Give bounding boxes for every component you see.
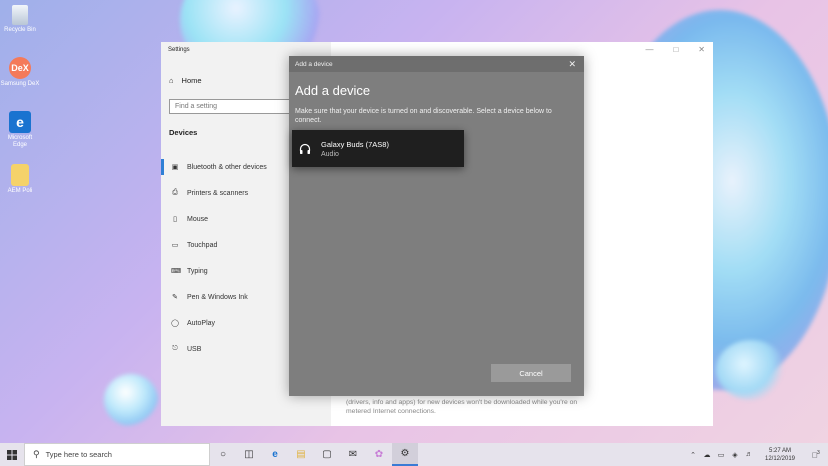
keyboard-icon: ⌨ [171, 268, 182, 275]
wallpaper-bubble [716, 340, 786, 400]
file-explorer-icon[interactable]: ▤ [288, 443, 314, 466]
home-icon: ⌂ [169, 76, 174, 85]
notification-center-icon[interactable]: □3 [804, 450, 828, 460]
close-icon[interactable]: ✕ [698, 45, 705, 54]
taskbar: ⚲ Type here to search ○ ◫ e ▤ ▢ ✉ ✿ ⚙ ⌃ … [0, 443, 828, 466]
windows-logo-icon [7, 449, 17, 460]
desktop-icon-label: AEM Poli [7, 188, 33, 194]
battery-icon[interactable]: ▭ [714, 451, 728, 459]
recycle-bin-icon [12, 5, 28, 25]
edge-icon: e [9, 111, 31, 133]
notification-count: 3 [817, 449, 820, 456]
edge-icon[interactable]: e [262, 443, 288, 466]
nav-home[interactable]: ⌂ Home [169, 76, 202, 85]
nav-home-label: Home [181, 76, 202, 85]
mail-icon[interactable]: ✉ [340, 443, 366, 466]
wallpaper-bubble [104, 374, 158, 426]
device-list-item[interactable]: Galaxy Buds (7AS8) Audio [292, 130, 464, 167]
cancel-button[interactable]: Cancel [491, 364, 571, 382]
desktop-icon-recycle-bin[interactable]: Recycle Bin [0, 5, 40, 34]
section-title: Devices [169, 128, 198, 137]
taskbar-search-input[interactable]: ⚲ Type here to search [24, 443, 210, 466]
bluetooth-devices-icon: ▣ [171, 164, 179, 171]
nav-item-label: Pen & Windows Ink [187, 293, 248, 301]
usb-icon: ⎋ [172, 345, 178, 352]
minimize-icon[interactable]: — [645, 45, 653, 54]
mouse-icon: ▯ [173, 216, 177, 223]
nav-item-label: Typing [187, 267, 208, 275]
clock-date: 12/12/2019 [764, 455, 796, 462]
dialog-titlebar-text: Add a device [295, 60, 333, 68]
printer-icon: ⎙ [172, 189, 178, 196]
file-icon [11, 164, 29, 186]
desktop-icon-label: Recycle Bin [4, 27, 36, 33]
nav-item-label: Printers & scanners [187, 189, 249, 197]
clock[interactable]: 5:27 AM 12/12/2019 [756, 447, 804, 463]
find-setting-input[interactable]: Find a setting [169, 99, 299, 114]
autoplay-icon: ◯ [171, 320, 179, 327]
settings-gear-icon[interactable]: ⚙ [392, 443, 418, 466]
desktop-icon-microsoft-edge[interactable]: e Microsoft Edge [0, 111, 40, 149]
window-title: Settings [168, 47, 190, 53]
search-icon: ⚲ [33, 449, 40, 459]
desktop-icon-label: Samsung DeX [0, 81, 40, 87]
window-controls: — □ ✕ [645, 45, 705, 54]
add-device-dialog: Add a device ✕ Add a device Make sure th… [289, 56, 584, 396]
wifi-icon[interactable]: ◈ [728, 451, 742, 459]
cortana-icon[interactable]: ○ [210, 443, 236, 466]
system-tray: ⌃ ☁ ▭ ◈ ♬ 5:27 AM 12/12/2019 □3 [686, 443, 828, 466]
task-view-icon[interactable]: ◫ [236, 443, 262, 466]
metered-connection-text: (drivers, info and apps) for new devices… [346, 399, 578, 415]
nav-item-label: AutoPlay [187, 319, 216, 327]
volume-icon[interactable]: ♬ [742, 451, 756, 458]
device-name: Galaxy Buds (7AS8) [321, 139, 389, 149]
nav-item-label: Touchpad [187, 241, 218, 249]
onedrive-icon[interactable]: ☁ [700, 451, 714, 459]
nav-item-label: Bluetooth & other devices [187, 163, 267, 171]
dialog-heading: Add a device [295, 83, 371, 98]
pen-icon: ✎ [172, 294, 178, 301]
headphones-icon [298, 142, 312, 156]
desktop-icon-aem-poli[interactable]: AEM Poli [0, 164, 40, 195]
nav-item-label: Mouse [187, 215, 209, 223]
desktop-icon-label: Microsoft Edge [7, 135, 33, 148]
nav-item-label: USB [187, 345, 202, 353]
device-type: Audio [321, 150, 339, 158]
store-icon[interactable]: ▢ [314, 443, 340, 466]
dialog-titlebar: Add a device ✕ [289, 56, 584, 72]
photos-icon[interactable]: ✿ [366, 443, 392, 466]
clock-time: 5:27 AM [768, 447, 791, 454]
desktop-icon-samsung-dex[interactable]: DeX Samsung DeX [0, 57, 40, 88]
touchpad-icon: ▭ [171, 242, 179, 249]
chevron-up-icon[interactable]: ⌃ [686, 451, 700, 459]
maximize-icon[interactable]: □ [673, 45, 678, 54]
close-icon[interactable]: ✕ [568, 59, 576, 70]
start-button[interactable] [0, 443, 24, 466]
dialog-description: Make sure that your device is turned on … [295, 108, 552, 124]
samsung-dex-icon: DeX [9, 57, 31, 79]
taskbar-search-placeholder: Type here to search [45, 450, 112, 459]
